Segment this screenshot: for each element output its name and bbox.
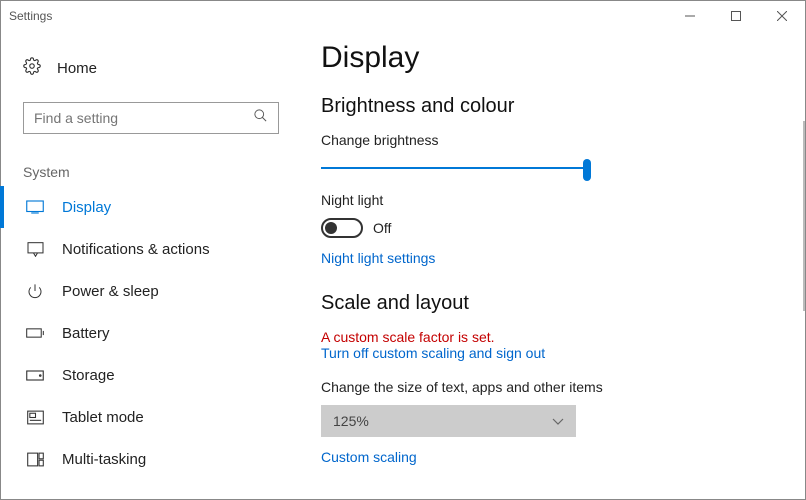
- page-title: Display: [321, 41, 765, 75]
- notifications-icon: [26, 242, 44, 257]
- nav-tablet[interactable]: Tablet mode: [0, 396, 301, 438]
- scale-dropdown-value: 125%: [333, 413, 369, 429]
- nav-label: Tablet mode: [62, 409, 144, 426]
- toggle-knob: [325, 222, 337, 234]
- system-section-label: System: [1, 134, 301, 186]
- multitask-icon: [26, 452, 44, 467]
- search-input[interactable]: [34, 110, 253, 126]
- nav-notifications[interactable]: Notifications & actions: [0, 228, 301, 270]
- scale-size-label: Change the size of text, apps and other …: [321, 379, 765, 395]
- nav-label: Battery: [62, 325, 110, 342]
- scale-warning-link[interactable]: Turn off custom scaling and sign out: [321, 345, 765, 361]
- slider-track: [321, 167, 591, 169]
- nav-power[interactable]: Power & sleep: [0, 270, 301, 312]
- titlebar: Settings: [1, 1, 805, 31]
- nightlight-settings-link[interactable]: Night light settings: [321, 250, 765, 266]
- maximize-button[interactable]: [713, 1, 759, 31]
- storage-icon: [26, 370, 44, 381]
- nightlight-toggle[interactable]: [321, 218, 363, 238]
- scale-section-heading: Scale and layout: [321, 292, 765, 315]
- nav-storage[interactable]: Storage: [0, 354, 301, 396]
- nightlight-label: Night light: [321, 192, 765, 208]
- battery-icon: [26, 327, 44, 339]
- main-content: Display Brightness and colour Change bri…: [301, 31, 805, 499]
- power-icon: [26, 283, 44, 299]
- scrollbar[interactable]: [803, 121, 805, 311]
- brightness-label: Change brightness: [321, 132, 765, 148]
- window-controls: [667, 1, 805, 31]
- system-nav: Display Notifications & actions Power & …: [1, 186, 301, 480]
- gear-icon: [23, 57, 41, 80]
- slider-thumb[interactable]: [583, 159, 591, 181]
- nav-battery[interactable]: Battery: [0, 312, 301, 354]
- nav-label: Display: [62, 199, 111, 216]
- display-icon: [26, 200, 44, 214]
- home-label: Home: [57, 60, 97, 77]
- nav-multitask[interactable]: Multi-tasking: [0, 438, 301, 480]
- tablet-icon: [26, 410, 44, 425]
- brightness-section-heading: Brightness and colour: [321, 95, 765, 118]
- left-panel: Home System Display Notifications & acti…: [1, 31, 301, 499]
- nightlight-state: Off: [373, 220, 391, 236]
- chevron-down-icon: [552, 413, 564, 429]
- search-box[interactable]: [23, 102, 279, 134]
- scale-dropdown[interactable]: 125%: [321, 405, 576, 437]
- brightness-slider[interactable]: [321, 158, 591, 178]
- nav-display[interactable]: Display: [0, 186, 301, 228]
- nav-label: Storage: [62, 367, 115, 384]
- scale-warning-text: A custom scale factor is set.: [321, 329, 765, 345]
- minimize-button[interactable]: [667, 1, 713, 31]
- nav-label: Notifications & actions: [62, 241, 210, 258]
- nav-label: Multi-tasking: [62, 451, 146, 468]
- close-button[interactable]: [759, 1, 805, 31]
- window-title: Settings: [9, 9, 52, 23]
- home-nav[interactable]: Home: [1, 53, 301, 96]
- custom-scaling-link[interactable]: Custom scaling: [321, 449, 765, 465]
- nav-label: Power & sleep: [62, 283, 159, 300]
- search-icon: [253, 108, 268, 128]
